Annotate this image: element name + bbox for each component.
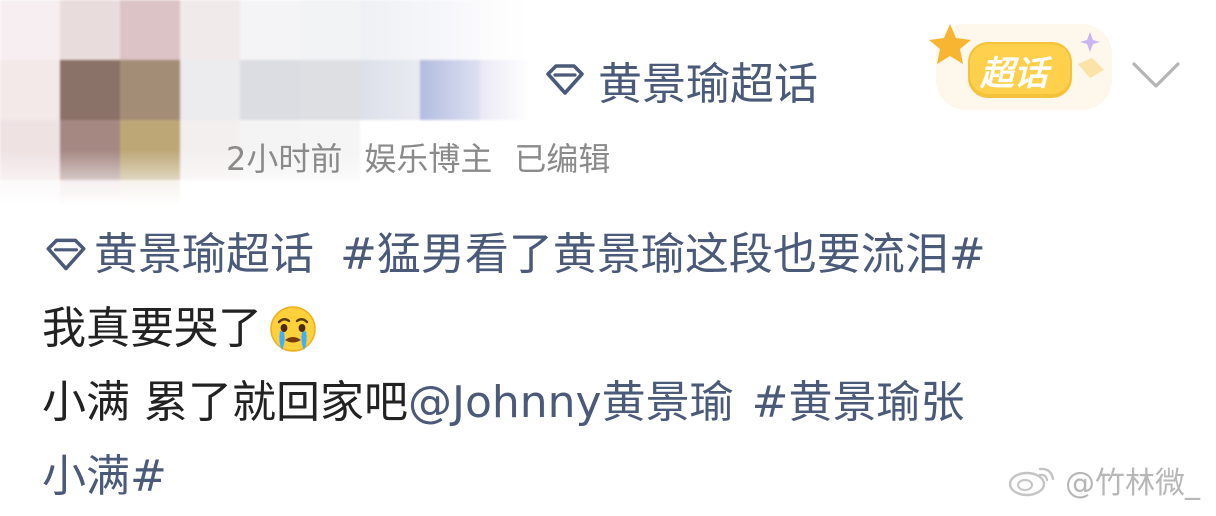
content-text-2: 我真要哭了 [42,303,262,354]
content-line-2: 我真要哭了 [42,292,1192,366]
hashtag-link-2-continued[interactable]: 小满# [42,440,167,514]
content-supertopic-link[interactable]: 黄景瑜超话 [42,218,314,292]
content-line-1: 黄景瑜超话 #猛男看了黄景瑜这段也要流泪# [42,218,1192,292]
post-meta: 2小时前 娱乐博主 已编辑 [226,134,610,180]
supertopic-badge-label: 超话 [980,54,1048,94]
edited-label: 已编辑 [514,140,611,178]
post-time: 2小时前 [226,140,343,178]
watermark-text: @竹林微_ [1065,466,1200,501]
mention-link[interactable]: @Johnny黄景瑜 [408,366,734,440]
supertopic-badge[interactable]: 超话 [928,18,1118,114]
supertopic-link[interactable]: 黄景瑜超话 [542,48,818,112]
content-text-3: 小满 累了就回家吧 [42,377,408,428]
supertopic-label: 黄景瑜超话 [598,59,818,110]
weibo-logo-icon [1008,467,1055,497]
chevron-down-icon[interactable] [1130,58,1182,92]
content-supertopic-label: 黄景瑜超话 [94,229,314,280]
crying-face-emoji [270,306,316,352]
author-role: 娱乐博主 [364,140,493,178]
hashtag-link-2[interactable]: #黄景瑜张 [752,366,965,440]
content-line-3: 小满 累了就回家吧 @Johnny黄景瑜 #黄景瑜张 [42,366,1192,440]
hashtag-link-1[interactable]: #猛男看了黄景瑜这段也要流泪# [340,218,986,292]
weibo-watermark: @竹林微_ [1007,458,1200,502]
diamond-icon [46,238,86,271]
diamond-icon [546,64,584,95]
